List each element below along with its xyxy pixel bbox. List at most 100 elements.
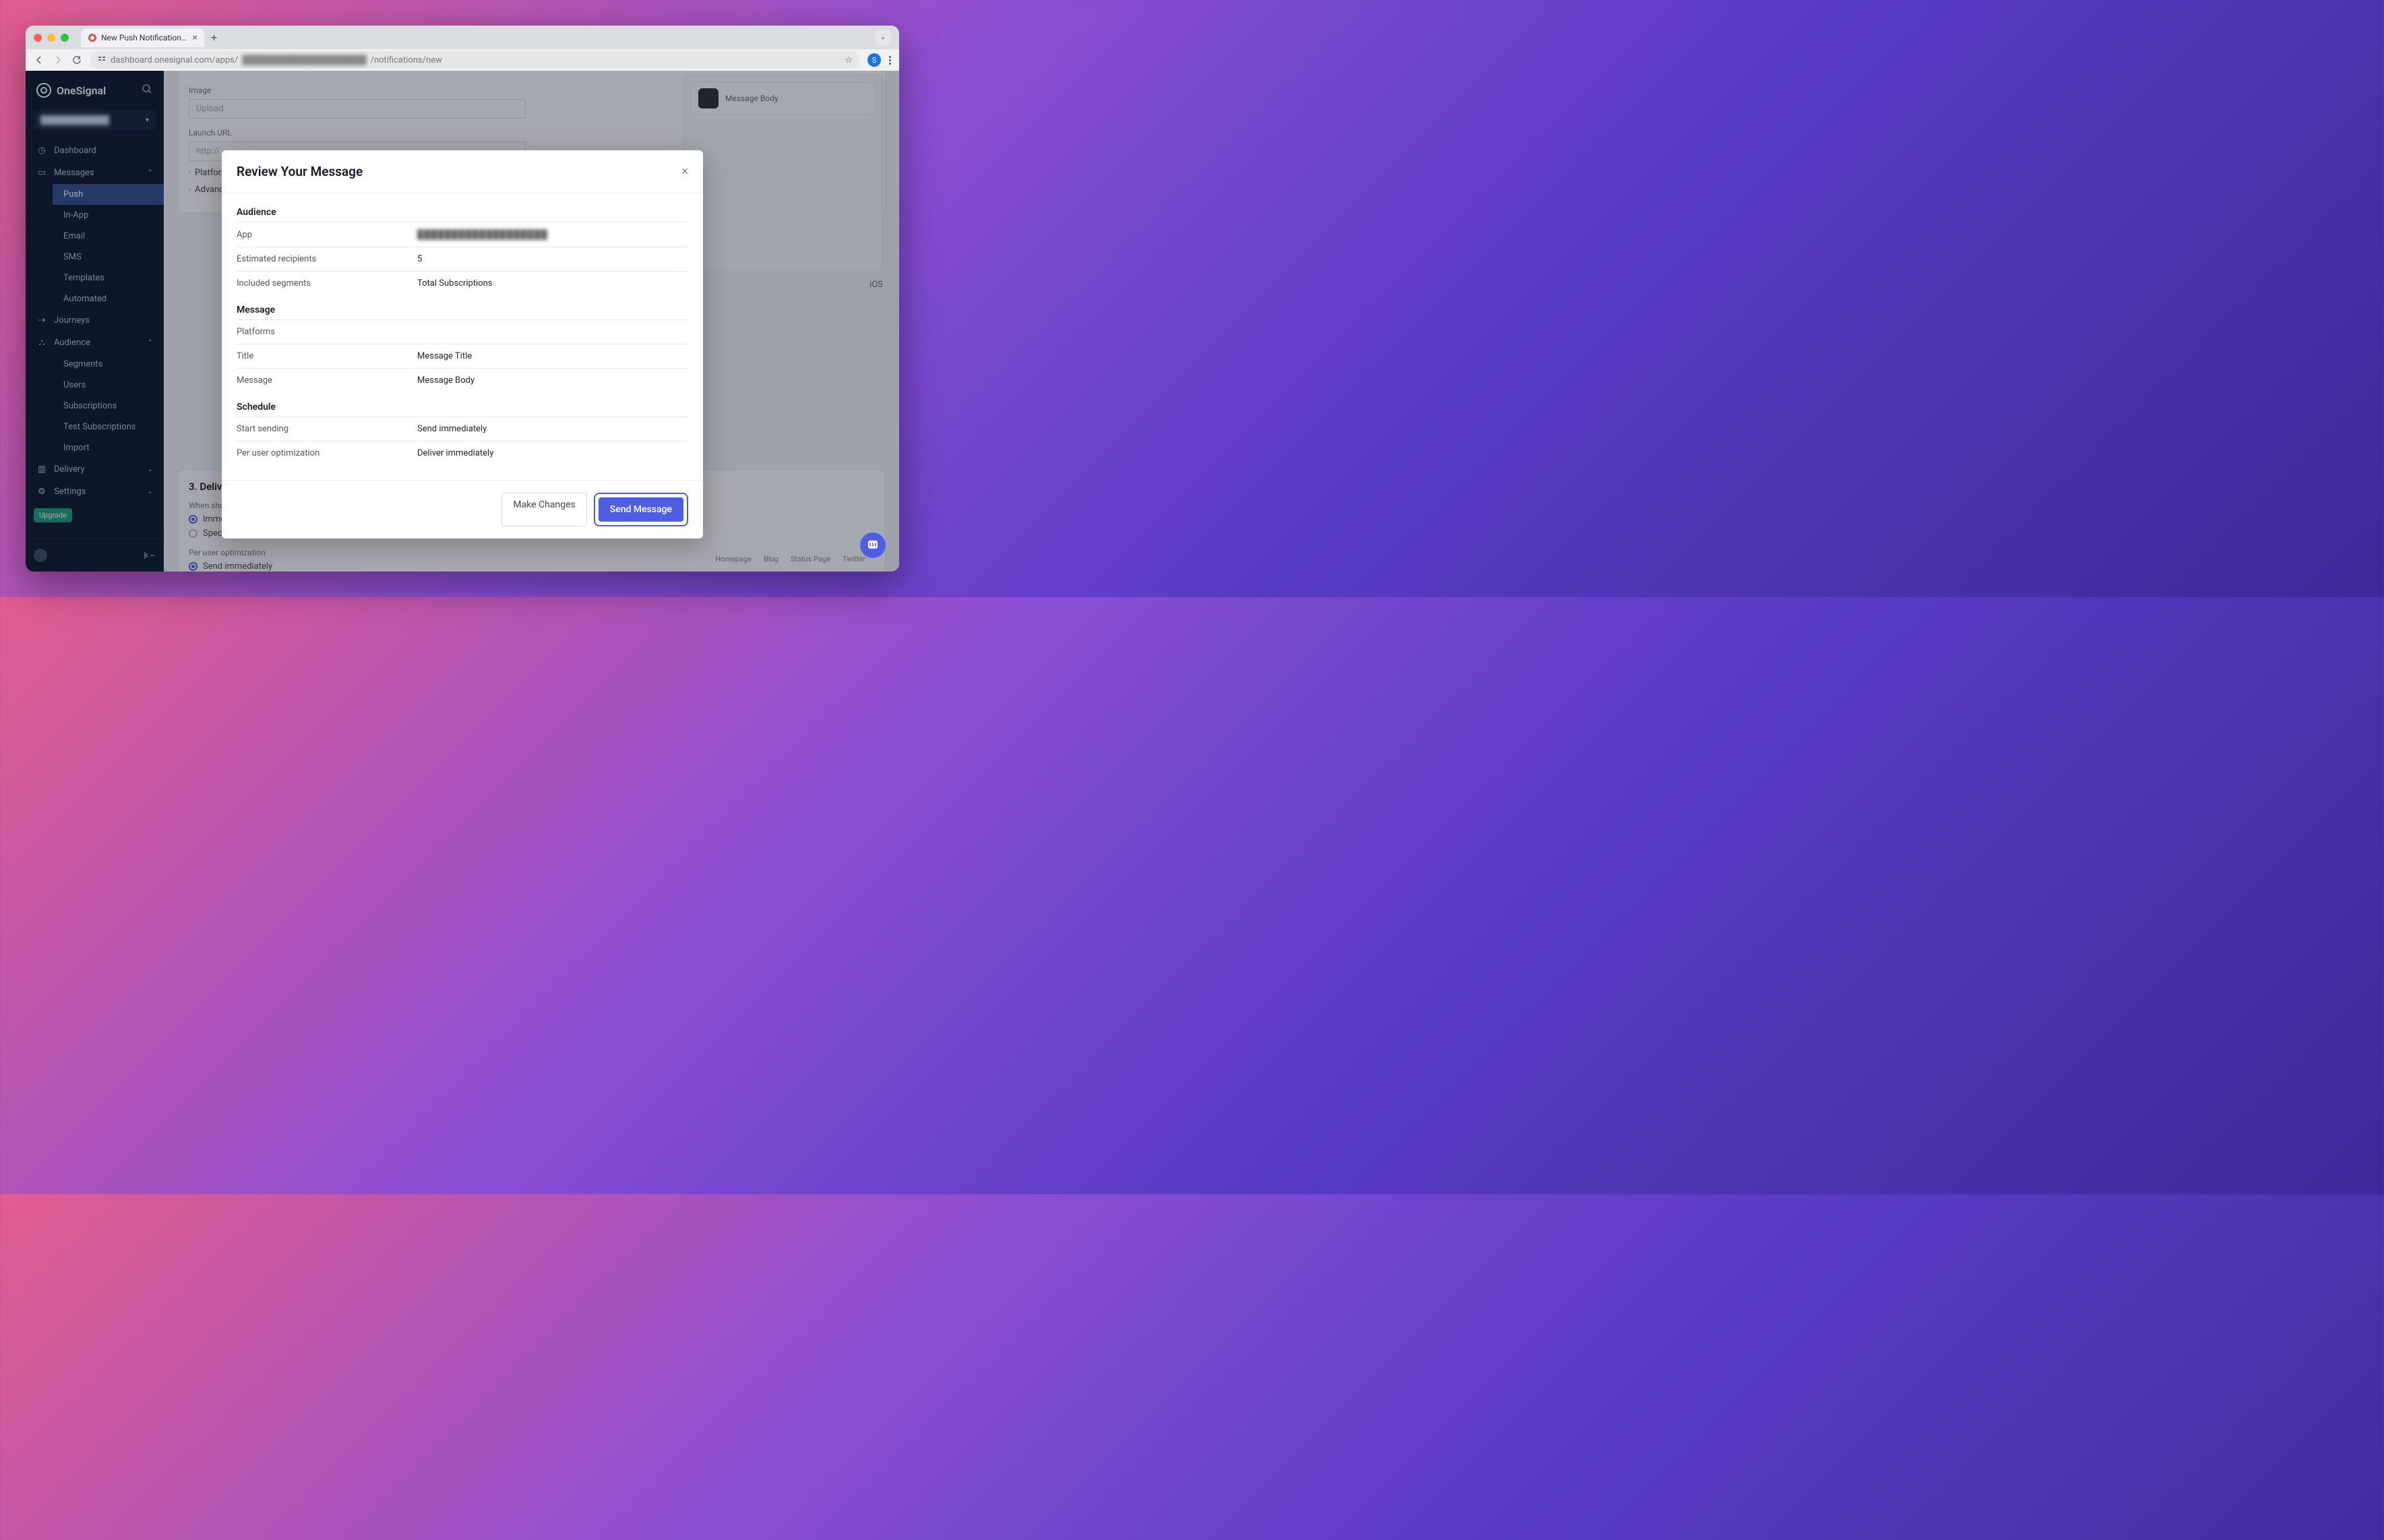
modal-close-button[interactable]: × (681, 164, 688, 179)
chevron-down-icon: ▾ (146, 117, 149, 124)
audience-heading: Audience (237, 207, 688, 218)
browser-chrome: New Push Notification - Swif × + ⌄ (26, 26, 899, 71)
sidebar-label: Automated (63, 294, 106, 304)
schedule-table: Start sendingSend immediately Per user o… (237, 417, 688, 465)
radio-icon (189, 529, 197, 538)
address-bar[interactable]: dashboard.onesignal.com/apps/ ███████████… (90, 51, 859, 69)
preview-platform: iOS (869, 280, 883, 290)
sidebar-item-automated[interactable]: Automated (53, 288, 164, 309)
row-value: Message Title (417, 344, 688, 369)
sidebar-label: Dashboard (54, 146, 96, 156)
path-icon: ⇢ (36, 315, 47, 326)
sidebar-item-delivery[interactable]: ▥ Delivery ⌄ (26, 458, 164, 481)
profile-avatar[interactable]: S (867, 53, 881, 67)
send-message-button[interactable]: Send Message (599, 497, 683, 522)
app-name: ████████████ (40, 115, 109, 125)
new-tab-button[interactable]: + (211, 31, 217, 44)
sidebar-label: Journeys (54, 315, 90, 326)
chevron-down-icon: ⌄ (148, 488, 153, 495)
search-icon[interactable] (141, 83, 153, 98)
brand[interactable]: OneSignal (26, 71, 164, 110)
preview-body: Message Body (725, 94, 778, 103)
audience-table: App███████████████████ Estimated recipie… (237, 222, 688, 295)
row-value: Send immediately (417, 417, 688, 441)
sidebar-label: Users (63, 380, 86, 390)
preview-card: Message Body (683, 75, 883, 270)
sidebar-label: Audience (54, 338, 90, 348)
make-changes-button[interactable]: Make Changes (501, 493, 586, 526)
message-heading: Message (237, 305, 688, 315)
message-table: Platforms TitleMessage Title MessageMess… (237, 319, 688, 392)
sidebar-item-inapp[interactable]: In-App (53, 205, 164, 226)
link-twitter[interactable]: Twitter (843, 555, 865, 563)
modal-title: Review Your Message (237, 164, 363, 179)
row-key: Start sending (237, 417, 417, 441)
sidebar-item-audience[interactable]: ⛬ Audience ⌃ (26, 332, 164, 354)
window-controls[interactable] (34, 34, 69, 42)
tab-close-icon[interactable]: × (193, 32, 197, 43)
sidebar-item-templates[interactable]: Templates (53, 268, 164, 288)
sidebar-item-subscriptions[interactable]: Subscriptions (53, 396, 164, 417)
link-status[interactable]: Status Page (791, 555, 830, 563)
upload-input[interactable]: Upload (189, 99, 526, 119)
url-host: dashboard.onesignal.com/apps/ (111, 55, 238, 65)
row-value: 5 (417, 247, 688, 272)
message-icon: ▭ (36, 168, 47, 178)
people-icon: ⛬ (36, 338, 47, 348)
browser-tab[interactable]: New Push Notification - Swif × (81, 28, 204, 47)
sidebar-label: Delivery (54, 464, 85, 474)
user-avatar[interactable] (34, 549, 47, 562)
url-appid: ████████████████████ (242, 55, 366, 65)
back-button[interactable] (34, 55, 44, 65)
sidebar-item-email[interactable]: Email (53, 226, 164, 247)
row-key: Estimated recipients (237, 247, 417, 272)
preview-app-icon (698, 88, 719, 109)
row-value: Deliver immediately (417, 441, 688, 466)
upgrade-badge[interactable]: Upgrade (34, 508, 72, 522)
maximize-window-icon[interactable] (61, 34, 69, 42)
link-blog[interactable]: Blog (764, 555, 778, 563)
sidebar-item-push[interactable]: Push (53, 184, 164, 205)
chart-icon: ▥ (36, 464, 47, 474)
sidebar-item-segments[interactable]: Segments (53, 354, 164, 375)
chevron-up-icon: ⌃ (148, 169, 153, 177)
footer-links: Homepage Blog Status Page Twitter (715, 555, 865, 563)
sidebar-item-users[interactable]: Users (53, 375, 164, 396)
collapse-sidebar-icon[interactable] (144, 551, 156, 560)
sidebar-label: Test Subscriptions (63, 422, 136, 432)
sidebar-item-dashboard[interactable]: ◷ Dashboard (26, 140, 164, 162)
sidebar-label: Segments (63, 359, 102, 369)
sidebar-item-sms[interactable]: SMS (53, 247, 164, 268)
gauge-icon: ◷ (36, 146, 47, 156)
tab-title: New Push Notification - Swif (101, 33, 189, 42)
row-key: Platforms (237, 320, 417, 344)
sidebar-item-settings[interactable]: ⚙ Settings ⌄ (26, 481, 164, 503)
row-value: Total Subscriptions (417, 272, 688, 296)
sidebar-label: SMS (63, 252, 82, 262)
tabs-dropdown-icon[interactable]: ⌄ (875, 30, 891, 45)
forward-button[interactable] (53, 55, 63, 65)
sidebar-label: Messages (54, 168, 94, 178)
intercom-launcher[interactable] (860, 532, 886, 558)
link-homepage[interactable]: Homepage (715, 555, 752, 563)
brand-name: OneSignal (57, 84, 106, 97)
sidebar-item-test-subscriptions[interactable]: Test Subscriptions (53, 417, 164, 437)
chevron-right-icon: › (189, 169, 191, 177)
row-key: Per user optimization (237, 441, 417, 466)
sidebar-label: In-App (63, 210, 88, 220)
chevron-right-icon: › (189, 186, 191, 193)
sidebar-item-messages[interactable]: ▭ Messages ⌃ (26, 162, 164, 184)
site-settings-icon[interactable] (97, 54, 106, 66)
minimize-window-icon[interactable] (47, 34, 55, 42)
chevron-up-icon: ⌃ (148, 339, 153, 346)
radio-icon (189, 515, 197, 524)
bookmark-icon[interactable]: ☆ (845, 55, 853, 65)
row-value: Message Body (417, 369, 688, 393)
sidebar-item-import[interactable]: Import (53, 437, 164, 458)
close-window-icon[interactable] (34, 34, 42, 42)
reload-button[interactable] (71, 55, 82, 65)
url-path: /notifications/new (371, 55, 442, 65)
browser-menu-icon[interactable] (889, 56, 891, 65)
sidebar-item-journeys[interactable]: ⇢ Journeys (26, 309, 164, 332)
app-switcher[interactable]: ████████████ ▾ (34, 110, 156, 130)
